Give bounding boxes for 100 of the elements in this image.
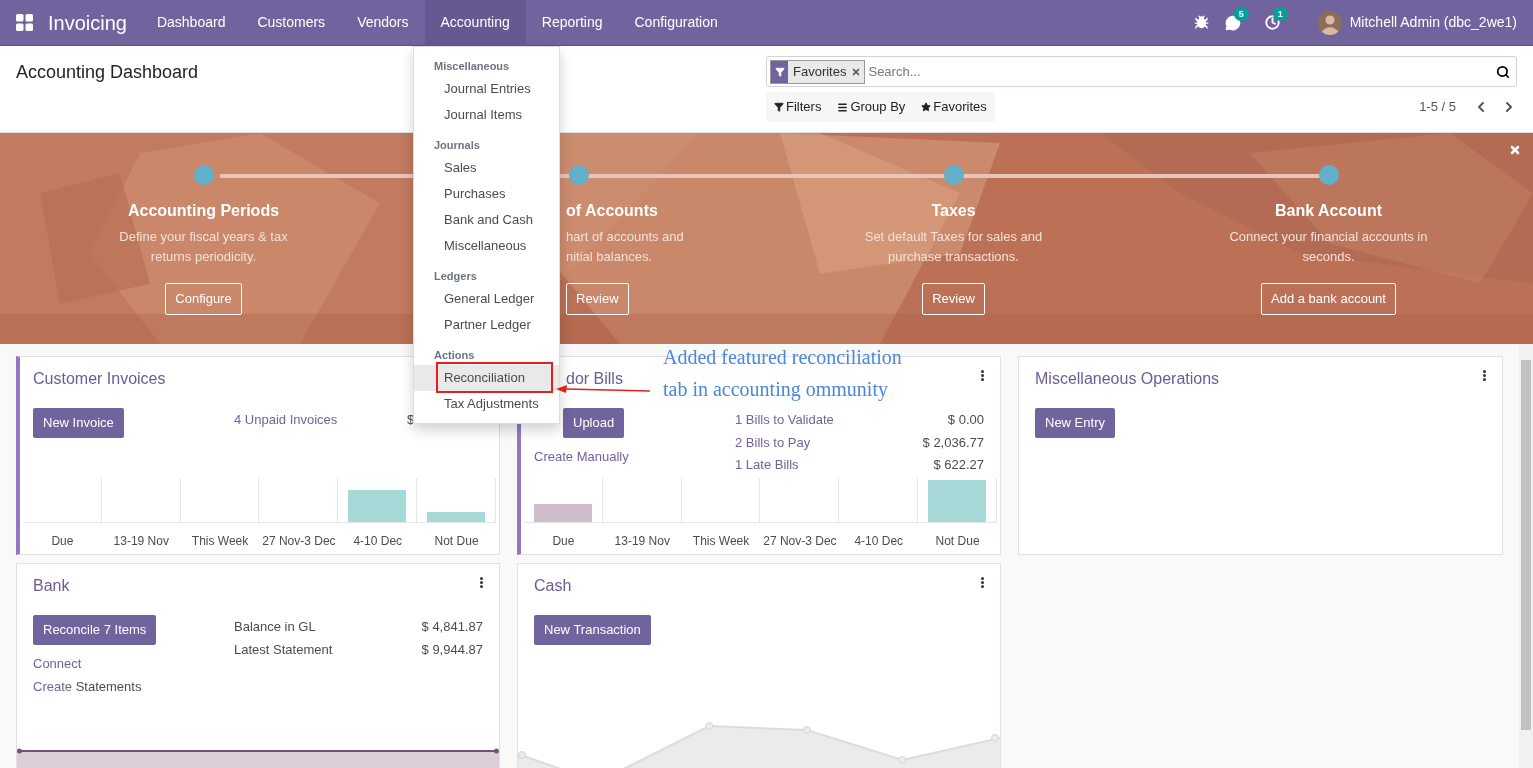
close-icon[interactable] xyxy=(1509,144,1521,156)
create-statements-text: Create Statements xyxy=(33,678,143,696)
filter-icon xyxy=(774,66,785,77)
scrollbar[interactable] xyxy=(1519,344,1533,768)
primary-button[interactable]: Upload xyxy=(563,408,625,438)
search-icon[interactable] xyxy=(1496,64,1510,79)
card-title[interactable]: Miscellaneous Operations xyxy=(1035,370,1220,387)
kebab-menu-icon[interactable] xyxy=(1483,370,1486,381)
menu-tab[interactable]: Configuration xyxy=(618,0,734,46)
chart-bar xyxy=(533,504,592,522)
step-description: Connect your financial accounts in seconds. xyxy=(1229,228,1428,266)
step-button[interactable]: Review xyxy=(922,283,985,315)
stat-label[interactable]: 1 Late Bills xyxy=(735,455,799,475)
menu-item[interactable]: Sales xyxy=(414,155,559,181)
axis-label: Not Due xyxy=(433,533,480,550)
menu-item[interactable]: Journal Items xyxy=(414,102,559,128)
axis-label: 13-19 Nov xyxy=(112,533,170,550)
primary-button[interactable]: New Entry xyxy=(1035,408,1115,438)
notification-badge: 1 xyxy=(1272,7,1288,21)
primary-button[interactable]: New Invoice xyxy=(33,408,124,438)
menu-tab[interactable]: Accounting xyxy=(424,0,526,46)
card-title[interactable]: Cash xyxy=(534,577,572,594)
axis-label: This Week xyxy=(190,533,250,550)
stat-amount: $ 2,036.77 xyxy=(922,433,984,452)
stat-label[interactable]: 2 Bills to Pay xyxy=(735,432,811,452)
filter-icon xyxy=(774,102,784,112)
search-facet: Favorites xyxy=(792,62,848,81)
menu-item[interactable]: Miscellaneous xyxy=(414,233,559,259)
kebab-menu-icon[interactable] xyxy=(981,370,984,381)
user-name[interactable]: Mitchell Admin (dbc_2we1) xyxy=(1349,12,1517,33)
link[interactable]: Connect xyxy=(33,656,82,671)
step-title: of Accounts xyxy=(566,201,658,221)
step-title: Bank Account xyxy=(1275,201,1382,221)
axis-label: 27 Nov-3 Dec xyxy=(261,533,337,550)
axis-label: Not Due xyxy=(934,533,981,550)
menu-item[interactable]: Journal Entries xyxy=(414,76,559,102)
card-title[interactable]: Customer Invoices xyxy=(33,370,166,387)
menu-section-header: Ledgers xyxy=(434,269,477,285)
card-title[interactable]: Bank xyxy=(33,577,70,594)
axis-label: Due xyxy=(551,533,576,550)
search-field[interactable]: Favorites Search... xyxy=(766,56,1517,87)
menu-item[interactable]: Tax Adjustments xyxy=(414,391,559,417)
stat-label[interactable]: 1 Bills to Validate xyxy=(735,410,834,430)
step-button[interactable]: Add a bank account xyxy=(1261,283,1396,315)
debug-icon[interactable] xyxy=(1193,15,1209,30)
page-title: Accounting Dashboard xyxy=(16,62,199,82)
axis-label: Due xyxy=(50,533,75,550)
axis-label: 27 Nov-3 Dec xyxy=(762,533,838,550)
step-description: hart of accounts and nitial balances. xyxy=(566,228,684,266)
step-button[interactable]: Configure xyxy=(165,283,242,315)
avatar-icon[interactable] xyxy=(1317,10,1342,35)
menu-item[interactable]: General Ledger xyxy=(414,286,559,312)
stat-label: Balance in GL xyxy=(234,618,316,636)
clock-icon[interactable] xyxy=(1264,15,1280,30)
toolbar-button[interactable]: Favorites xyxy=(917,97,991,117)
step-title: Taxes xyxy=(931,201,976,221)
kebab-menu-icon[interactable] xyxy=(480,577,483,588)
app-name: Invoicing xyxy=(48,10,127,36)
menu-item[interactable]: Partner Ledger xyxy=(414,312,559,338)
toolbar-button[interactable]: Filters xyxy=(770,97,826,117)
stat-label: Latest Statement xyxy=(234,640,333,659)
primary-button[interactable]: New Transaction xyxy=(534,615,651,645)
menu-item[interactable]: Bank and Cash xyxy=(414,207,559,233)
menu-section-header: Journals xyxy=(434,138,480,154)
create-link[interactable]: Create xyxy=(33,679,73,694)
stat-amount: $ 622.27 xyxy=(933,456,984,474)
stat-amount: $ 9,944.87 xyxy=(421,640,483,659)
menu-tab[interactable]: Customers xyxy=(241,0,342,46)
link[interactable]: Create Manually xyxy=(534,449,629,464)
menu-tab[interactable]: Reporting xyxy=(525,0,619,46)
menu-section-header: Actions xyxy=(434,348,475,364)
chart-point xyxy=(518,751,526,759)
apps-grid-icon[interactable] xyxy=(16,14,33,31)
kebab-menu-icon[interactable] xyxy=(981,577,984,588)
stat-amount: $ 4,841.87 xyxy=(421,618,483,636)
remove-icon[interactable] xyxy=(851,66,862,77)
chart-point xyxy=(802,726,811,734)
menu-tab[interactable]: Vendors xyxy=(341,0,425,46)
primary-button[interactable]: Reconcile 7 Items xyxy=(33,615,157,645)
step-description: Set default Taxes for sales and purchase transactions. xyxy=(864,228,1043,266)
chart-point xyxy=(991,734,999,742)
star-icon xyxy=(921,102,932,112)
chart-point xyxy=(705,722,714,730)
stat-label[interactable]: 4 Unpaid Invoices xyxy=(234,410,338,430)
step-button[interactable]: Review xyxy=(566,283,629,315)
chart-bar xyxy=(348,490,407,522)
chart-bar xyxy=(427,512,486,522)
menu-tab[interactable]: Dashboard xyxy=(140,0,242,46)
axis-label: 4-10 Dec xyxy=(352,533,404,550)
axis-label: 4-10 Dec xyxy=(853,533,905,550)
menu-item[interactable]: Purchases xyxy=(414,181,559,207)
menu-item[interactable]: Reconciliation xyxy=(414,365,559,391)
search-input[interactable]: Search... xyxy=(868,61,1496,82)
chart-bar xyxy=(928,480,987,522)
menu-section-header: Miscellaneous xyxy=(434,59,510,75)
toolbar-button[interactable]: Group By xyxy=(833,97,910,117)
stat-amount: $ 0.00 xyxy=(947,411,984,429)
chart-point xyxy=(17,748,22,754)
chart-point xyxy=(494,748,499,754)
card-title[interactable]: dor Bills xyxy=(566,370,623,387)
